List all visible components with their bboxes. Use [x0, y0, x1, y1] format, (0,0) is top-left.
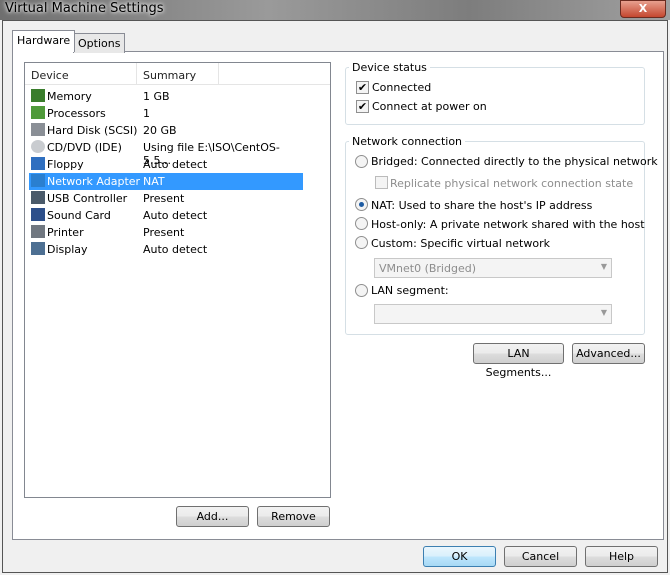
bridged-label[interactable]: Bridged: Connected directly to the physi…: [371, 155, 658, 168]
lan-segments-button[interactable]: LAN Segments...: [473, 343, 564, 379]
memory-icon: [31, 89, 45, 102]
remove-button[interactable]: Remove: [257, 506, 330, 527]
device-status-title: Device status: [349, 61, 430, 74]
column-filler: [219, 63, 330, 85]
device-row[interactable]: Memory 1 GB: [29, 88, 303, 105]
connect-power-on-label[interactable]: Connect at power on: [372, 100, 487, 113]
window-title: Virtual Machine Settings: [5, 1, 164, 16]
add-button[interactable]: Add...: [176, 506, 249, 527]
processor-icon: [31, 106, 45, 119]
host-only-radio[interactable]: [355, 217, 368, 230]
device-list[interactable]: Device Summary Memory 1 GB Processors 1 Hard…: [24, 62, 331, 498]
custom-label[interactable]: Custom: Specific virtual network: [371, 237, 550, 250]
usb-icon: [31, 191, 45, 204]
connected-checkbox[interactable]: ✔: [356, 81, 369, 94]
device-row[interactable]: Network Adapter NAT: [29, 173, 303, 190]
help-button[interactable]: Help: [585, 546, 658, 567]
column-summary[interactable]: Summary: [137, 63, 219, 85]
lan-segment-radio[interactable]: [355, 284, 368, 297]
nat-label[interactable]: NAT: Used to share the host's IP address: [371, 199, 592, 212]
display-icon: [31, 242, 45, 255]
connect-power-on-checkbox[interactable]: ✔: [356, 100, 369, 113]
device-summary: Auto detect: [143, 209, 208, 222]
advanced-button[interactable]: Advanced...: [572, 343, 645, 364]
device-row[interactable]: Sound Card Auto detect: [29, 207, 303, 224]
hard-disk-icon: [31, 123, 45, 136]
device-row[interactable]: Floppy Auto detect: [29, 156, 303, 173]
cancel-button[interactable]: Cancel: [504, 546, 577, 567]
custom-network-select[interactable]: VMnet0 (Bridged) ▼: [374, 258, 612, 278]
device-name: Display: [47, 243, 88, 256]
device-row[interactable]: Processors 1: [29, 105, 303, 122]
device-summary: 1 GB: [143, 90, 170, 103]
connected-label[interactable]: Connected: [372, 81, 431, 94]
printer-icon: [31, 225, 45, 238]
device-name: Memory: [47, 90, 92, 103]
custom-radio[interactable]: [355, 236, 368, 249]
cd-dvd-icon: [31, 140, 45, 153]
device-summary: Present: [143, 226, 185, 239]
device-row[interactable]: USB Controller Present: [29, 190, 303, 207]
host-only-label[interactable]: Host-only: A private network shared with…: [371, 218, 645, 231]
lan-segment-select[interactable]: ▼: [374, 304, 612, 324]
nat-radio[interactable]: [355, 198, 368, 211]
device-row[interactable]: Hard Disk (SCSI) 20 GB: [29, 122, 303, 139]
device-summary: 20 GB: [143, 124, 177, 137]
device-summary: Auto detect: [143, 158, 208, 171]
device-summary: 1: [143, 107, 150, 120]
lan-segment-label[interactable]: LAN segment:: [371, 284, 449, 297]
device-name: Floppy: [47, 158, 84, 171]
device-name: Sound Card: [47, 209, 111, 222]
device-row[interactable]: Printer Present: [29, 224, 303, 241]
device-name: USB Controller: [47, 192, 128, 205]
device-summary: Auto detect: [143, 243, 208, 256]
tab-hardware[interactable]: Hardware: [12, 30, 76, 52]
device-row[interactable]: CD/DVD (IDE) Using file E:\ISO\CentOS-5.5…: [29, 139, 303, 167]
sound-card-icon: [31, 208, 45, 221]
replicate-checkbox[interactable]: [375, 176, 388, 189]
replicate-label[interactable]: Replicate physical network connection st…: [390, 177, 633, 190]
device-name: Hard Disk (SCSI): [47, 124, 138, 137]
network-connection-title: Network connection: [349, 135, 466, 148]
device-name: Network Adapter: [47, 175, 141, 188]
chevron-down-icon: ▼: [600, 308, 607, 317]
device-summary: Present: [143, 192, 185, 205]
chevron-down-icon: ▼: [600, 262, 607, 271]
tab-options[interactable]: Options: [73, 33, 126, 53]
bridged-radio[interactable]: [355, 155, 368, 168]
device-summary: NAT: [143, 175, 165, 188]
column-device[interactable]: Device: [25, 63, 137, 85]
custom-network-value: VMnet0 (Bridged): [379, 262, 476, 275]
close-button[interactable]: X: [620, 0, 666, 18]
device-row[interactable]: Display Auto detect: [29, 241, 303, 258]
device-name: Printer: [47, 226, 84, 239]
device-name: CD/DVD (IDE): [47, 141, 122, 154]
ok-button[interactable]: OK: [423, 546, 496, 567]
device-name: Processors: [47, 107, 106, 120]
network-adapter-icon: [31, 174, 45, 187]
floppy-icon: [31, 157, 45, 170]
device-status-group: [345, 67, 645, 125]
